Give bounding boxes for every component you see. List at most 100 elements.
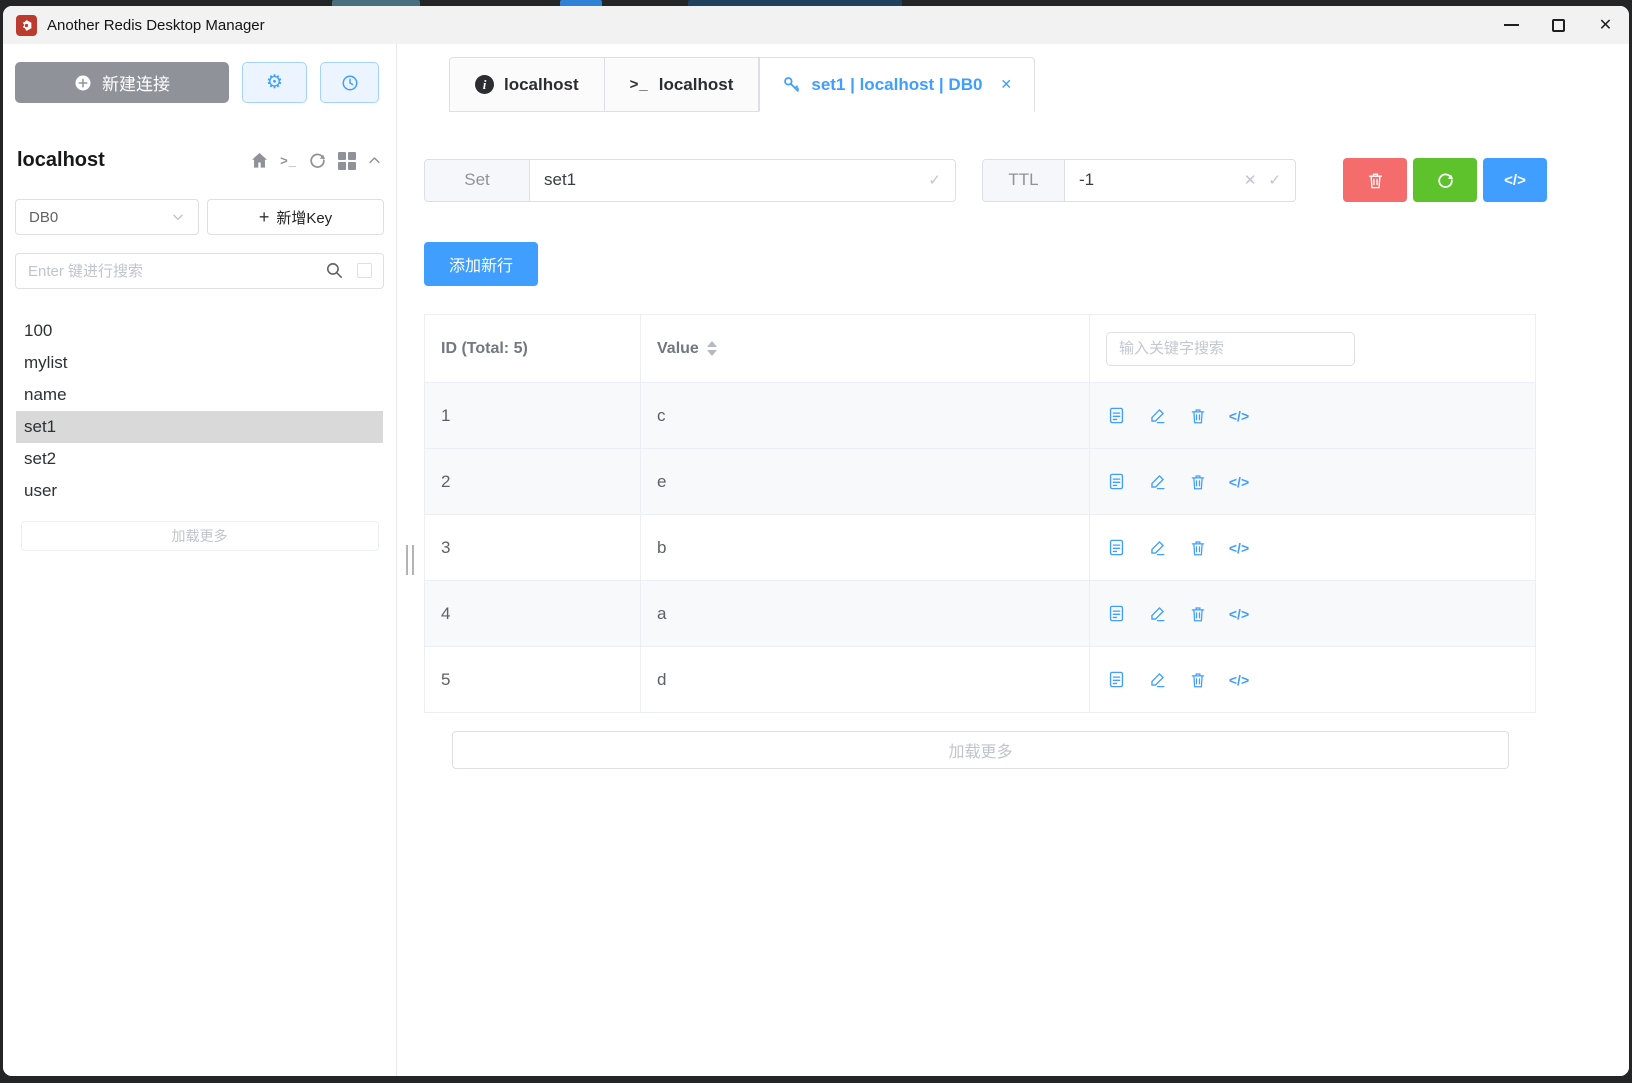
edit-icon[interactable]: [1147, 604, 1167, 624]
chevron-down-icon: [171, 210, 185, 224]
ttl-label: TTL: [983, 160, 1065, 201]
tab-label: localhost: [659, 75, 734, 95]
view-document-icon[interactable]: [1106, 472, 1126, 492]
row-value: b: [641, 515, 1090, 580]
panel-resizer[interactable]: [406, 545, 414, 575]
home-icon[interactable]: [250, 151, 269, 170]
row-id: 3: [425, 515, 641, 580]
row-id: 5: [425, 647, 641, 712]
console-view-button[interactable]: </>: [1483, 158, 1547, 202]
plus-circle-icon: [74, 74, 92, 92]
close-button[interactable]: ✕: [1582, 6, 1629, 44]
key-list-item[interactable]: set2: [16, 443, 383, 475]
refresh-icon[interactable]: [308, 151, 327, 170]
maximize-button[interactable]: [1535, 6, 1582, 44]
tab-connection-info[interactable]: i localhost: [449, 57, 605, 112]
key-list-item[interactable]: name: [16, 379, 383, 411]
confirm-check-icon[interactable]: ✓: [1268, 171, 1281, 189]
minimize-icon: [1504, 24, 1519, 26]
delete-key-button[interactable]: [1343, 158, 1407, 202]
minimize-button[interactable]: [1488, 6, 1535, 44]
sidebar-load-more-button[interactable]: 加载更多: [21, 521, 379, 551]
delete-row-icon[interactable]: [1188, 604, 1208, 624]
tab-key-set1[interactable]: set1 | localhost | DB0 ✕: [759, 57, 1035, 112]
collapse-chevron-icon[interactable]: [367, 153, 382, 168]
key-editor-row: Set ✓ TTL ✕ ✓: [424, 158, 1629, 202]
main-content: i localhost >_ localhost set1 | localhos…: [397, 44, 1629, 1076]
table-header-row: ID (Total: 5) Value: [425, 315, 1535, 383]
key-type-label: Set: [425, 160, 530, 201]
info-icon: i: [475, 75, 494, 94]
maximize-icon: [1552, 19, 1565, 32]
tab-terminal[interactable]: >_ localhost: [605, 57, 760, 112]
edit-icon[interactable]: [1147, 472, 1167, 492]
sidebar: 新建连接 ⚙ localhost >_: [3, 44, 397, 1076]
title-bar: Another Redis Desktop Manager ✕: [3, 6, 1629, 44]
db-select-value: DB0: [29, 209, 58, 226]
key-name-input[interactable]: [544, 170, 916, 190]
edit-icon[interactable]: [1147, 406, 1167, 426]
table-row[interactable]: 5 d </>: [425, 647, 1535, 713]
delete-row-icon[interactable]: [1188, 406, 1208, 426]
key-list-item[interactable]: 100: [16, 315, 383, 347]
value-table: ID (Total: 5) Value 1 c: [424, 314, 1536, 713]
add-key-label: 新增Key: [276, 207, 332, 228]
code-view-icon[interactable]: </>: [1229, 604, 1249, 624]
edit-icon[interactable]: [1147, 670, 1167, 690]
trash-icon: [1366, 171, 1385, 190]
value-column-header[interactable]: Value: [641, 315, 1090, 382]
code-view-icon[interactable]: </>: [1229, 472, 1249, 492]
tab-label: set1 | localhost | DB0: [811, 75, 982, 95]
sort-caret-icon[interactable]: [707, 341, 717, 356]
table-row[interactable]: 1 c </>: [425, 383, 1535, 449]
ttl-input[interactable]: [1079, 170, 1232, 190]
code-view-icon[interactable]: </>: [1229, 670, 1249, 690]
id-column-header[interactable]: ID (Total: 5): [425, 315, 641, 382]
view-document-icon[interactable]: [1106, 604, 1126, 624]
delete-row-icon[interactable]: [1188, 472, 1208, 492]
key-icon: [782, 75, 801, 94]
row-id: 1: [425, 383, 641, 448]
code-view-icon[interactable]: </>: [1229, 406, 1249, 426]
plus-icon: +: [259, 207, 270, 228]
code-view-icon[interactable]: </>: [1229, 538, 1249, 558]
table-row[interactable]: 4 a </>: [425, 581, 1535, 647]
clear-icon[interactable]: ✕: [1244, 171, 1257, 189]
delete-row-icon[interactable]: [1188, 538, 1208, 558]
row-id: 2: [425, 449, 641, 514]
exact-search-checkbox[interactable]: [357, 263, 372, 278]
view-document-icon[interactable]: [1106, 406, 1126, 426]
history-button[interactable]: [320, 62, 379, 103]
code-icon: </>: [1504, 172, 1526, 189]
add-row-button[interactable]: 添加新行: [424, 242, 538, 286]
key-list-item[interactable]: mylist: [16, 347, 383, 379]
value-filter-input[interactable]: [1106, 332, 1355, 366]
db-select[interactable]: DB0: [15, 199, 199, 235]
key-list: 100 mylist name set1 set2 user: [16, 315, 383, 507]
confirm-check-icon[interactable]: ✓: [928, 171, 941, 189]
tab-bar: i localhost >_ localhost set1 | localhos…: [449, 57, 1629, 112]
add-key-button[interactable]: + 新增Key: [207, 199, 384, 235]
table-row[interactable]: 2 e </>: [425, 449, 1535, 515]
edit-icon[interactable]: [1147, 538, 1167, 558]
clock-icon: [341, 74, 359, 92]
table-load-more-button[interactable]: 加载更多: [452, 731, 1509, 769]
view-document-icon[interactable]: [1106, 538, 1126, 558]
tab-close-icon[interactable]: ✕: [1000, 76, 1012, 93]
table-row[interactable]: 3 b </>: [425, 515, 1535, 581]
new-connection-button[interactable]: 新建连接: [15, 62, 229, 103]
connection-name: localhost: [17, 149, 105, 172]
delete-row-icon[interactable]: [1188, 670, 1208, 690]
key-list-item[interactable]: user: [16, 475, 383, 507]
app-logo-icon: [16, 15, 37, 36]
view-document-icon[interactable]: [1106, 670, 1126, 690]
row-value: e: [641, 449, 1090, 514]
refresh-value-button[interactable]: [1413, 158, 1477, 202]
gear-icon: ⚙: [266, 71, 283, 94]
settings-button[interactable]: ⚙: [242, 62, 307, 103]
key-list-item-selected[interactable]: set1: [16, 411, 383, 443]
terminal-icon[interactable]: >_: [280, 153, 297, 168]
grid-view-icon[interactable]: [338, 152, 356, 170]
screen: Another Redis Desktop Manager ✕ 新建连接 ⚙: [0, 0, 1632, 1083]
window-title: Another Redis Desktop Manager: [47, 17, 265, 34]
